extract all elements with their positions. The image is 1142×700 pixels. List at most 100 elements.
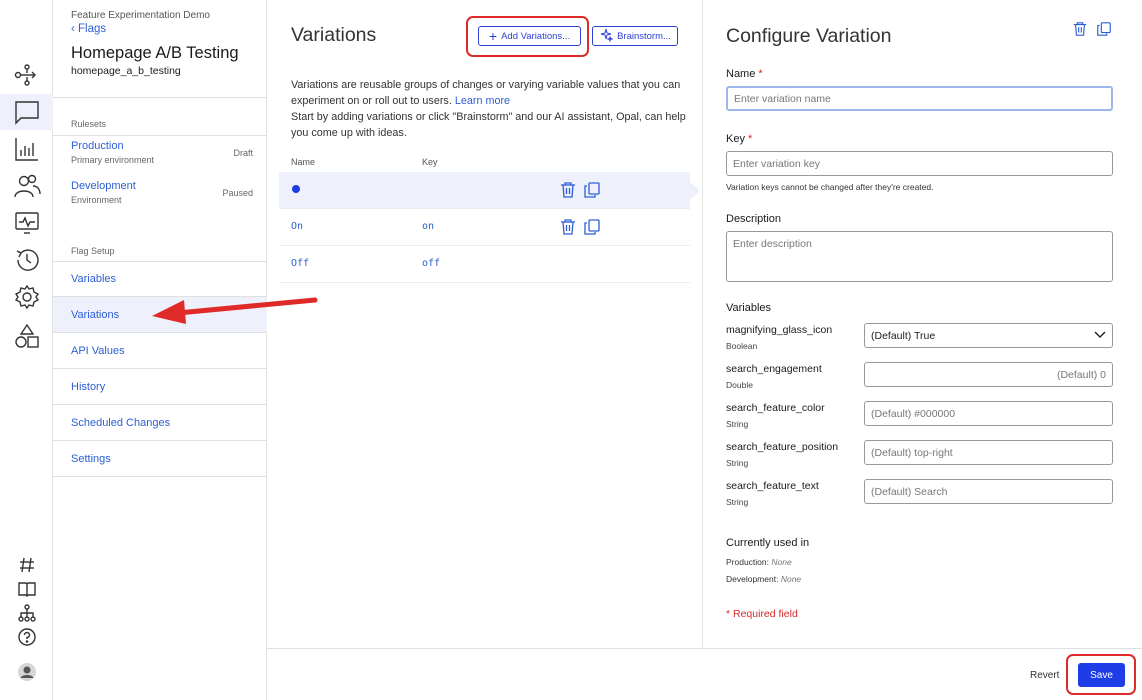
history-icon[interactable] (0, 242, 53, 278)
variation-key-input[interactable]: Enter variation key (726, 151, 1113, 176)
variable-name: magnifying_glass_icon (726, 324, 833, 336)
variable-name: search_feature_position (726, 441, 839, 453)
back-link-label: Flags (78, 23, 107, 35)
variation-name: On (291, 221, 304, 232)
variable-type: Boolean (726, 341, 758, 351)
shapes-icon[interactable] (0, 318, 53, 354)
env-value: None (780, 574, 802, 584)
used-in-production: Production: None (726, 557, 792, 567)
variation-row-on[interactable]: On on (279, 209, 690, 246)
selection-pointer (690, 182, 700, 200)
nav-api-values[interactable]: API Values (53, 333, 267, 369)
nav-settings[interactable]: Settings (53, 441, 267, 477)
variables-label: Variables (726, 302, 772, 314)
gear-icon[interactable] (0, 279, 53, 315)
nav-scheduled-changes[interactable]: Scheduled Changes (53, 405, 267, 441)
flag-title: Homepage A/B Testing (71, 44, 239, 62)
variation-name: Off (291, 258, 310, 269)
env-name: Development: (726, 574, 779, 584)
monitor-icon[interactable] (0, 205, 53, 241)
used-in-development: Development: None (726, 574, 801, 584)
ruleset-name: Production (71, 140, 124, 152)
ruleset-env: Primary environment (71, 155, 155, 165)
key-label: Key * (726, 133, 752, 145)
chevron-down-icon (1094, 330, 1106, 342)
highlight-box (466, 16, 589, 57)
help-icon[interactable] (0, 619, 53, 655)
name-label-text: Name (726, 68, 756, 80)
revert-button[interactable]: Revert (1030, 670, 1059, 681)
flag-icon[interactable] (0, 94, 53, 130)
trash-icon[interactable] (1072, 20, 1088, 38)
variation-row-new[interactable] (279, 172, 690, 209)
description-label: Description (726, 213, 782, 225)
description-text-2: Start by adding variations or click "Bra… (291, 111, 686, 139)
variable-type: Double (726, 380, 753, 390)
variation-key: on (422, 221, 435, 232)
search-feature-color-input[interactable]: (Default) #000000 (864, 401, 1113, 426)
column-header-key: Key (422, 157, 438, 167)
icon-rail (0, 0, 53, 700)
input-placeholder: (Default) 0 (1056, 368, 1106, 381)
red-arrow-icon (152, 297, 318, 324)
highlight-box (1066, 654, 1136, 695)
ruleset-production[interactable]: Production Primary environment Draft (53, 136, 267, 174)
back-to-flags-link[interactable]: ‹ Flags (71, 23, 106, 35)
copy-icon[interactable] (583, 218, 601, 236)
currently-used-label: Currently used in (726, 537, 810, 549)
nav-history[interactable]: History (53, 369, 267, 405)
select-value: (Default) True (871, 329, 936, 342)
search-feature-position-input[interactable]: (Default) top-right (864, 440, 1113, 465)
audiences-icon[interactable] (0, 168, 53, 204)
bar-chart-icon[interactable] (0, 131, 53, 167)
search-feature-text-input[interactable]: (Default) Search (864, 479, 1113, 504)
input-placeholder: (Default) #000000 (871, 407, 956, 420)
key-label-text: Key (726, 133, 745, 145)
copy-icon[interactable] (583, 181, 601, 199)
required-marker: * (758, 68, 763, 80)
variable-type: String (726, 497, 749, 507)
required-marker: * (748, 133, 753, 145)
variable-type: String (726, 419, 749, 429)
name-label: Name * (726, 68, 763, 80)
configure-title: Configure Variation (726, 25, 892, 47)
variations-title: Variations (291, 24, 377, 46)
variations-description: Variations are reusable groups of change… (291, 77, 686, 141)
learn-more-link[interactable]: Learn more (455, 95, 510, 107)
env-name: Production: (726, 557, 769, 567)
rulesets-label: Rulesets (71, 119, 107, 129)
search-engagement-input[interactable]: (Default) 0 (864, 362, 1113, 387)
description-textarea[interactable]: Enter description (726, 231, 1113, 282)
description-placeholder: Enter description (733, 238, 812, 250)
flag-key: homepage_a_b_testing (71, 65, 181, 77)
required-field-note: * Required field (726, 608, 798, 620)
ruleset-development[interactable]: Development Environment Paused (53, 176, 267, 214)
key-placeholder: Enter variation key (733, 157, 820, 170)
ruleset-env: Environment (71, 195, 122, 205)
input-placeholder: (Default) Search (871, 485, 948, 498)
variation-row-off[interactable]: Off off (279, 246, 690, 283)
variable-name: search_feature_text (726, 480, 819, 492)
variable-name: search_feature_color (726, 402, 825, 414)
key-hint: Variation keys cannot be changed after t… (726, 182, 934, 192)
env-value: None (771, 557, 792, 567)
ruleset-name: Development (71, 180, 136, 192)
variable-name: search_engagement (726, 363, 822, 375)
variation-name-input[interactable]: Enter variation name (726, 86, 1113, 111)
new-variation-dot-icon (292, 185, 300, 193)
footer-bar (267, 648, 1142, 700)
variation-key: off (422, 258, 441, 269)
magnifying-glass-icon-select[interactable]: (Default) True (864, 323, 1113, 348)
ruleset-status: Paused (222, 188, 253, 198)
copy-icon[interactable] (1096, 20, 1112, 38)
input-placeholder: (Default) top-right (871, 446, 953, 459)
flow-icon[interactable] (0, 57, 53, 93)
divider (53, 97, 267, 98)
trash-icon[interactable] (559, 218, 577, 236)
avatar[interactable] (0, 654, 53, 690)
brainstorm-button[interactable]: Brainstorm... (592, 26, 678, 46)
trash-icon[interactable] (559, 181, 577, 199)
variable-type: String (726, 458, 749, 468)
sparkle-icon (599, 28, 614, 45)
name-placeholder: Enter variation name (734, 92, 831, 105)
